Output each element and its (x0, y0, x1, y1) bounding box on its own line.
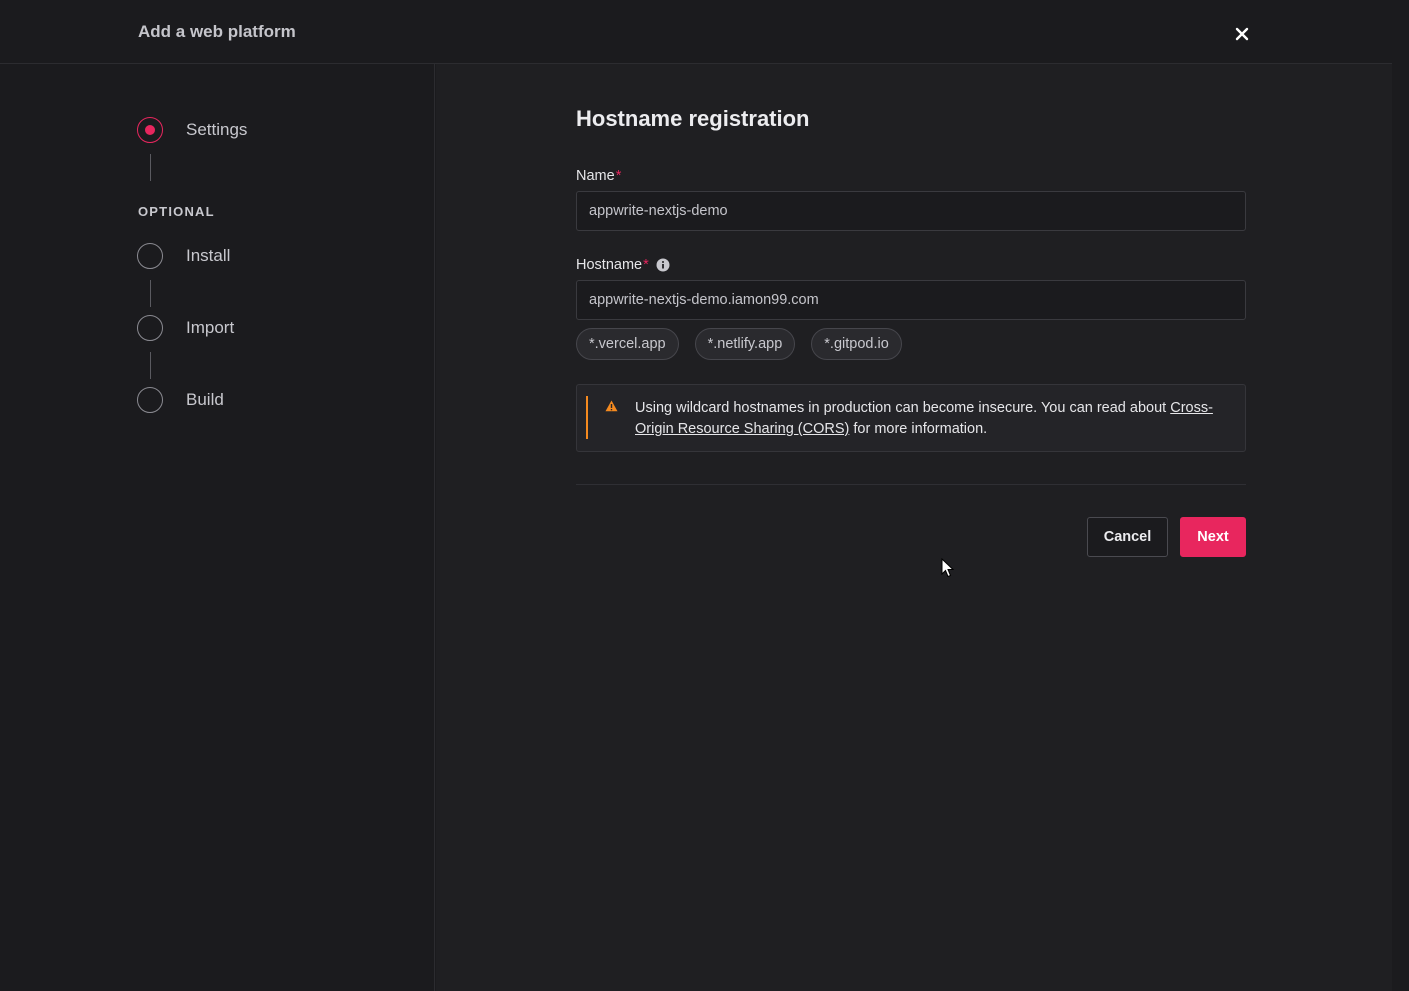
suggestion-chip-vercel[interactable]: *.vercel.app (576, 328, 679, 360)
step-label-install: Install (186, 246, 231, 265)
step-connector (150, 154, 151, 181)
step-install[interactable]: Install (137, 243, 230, 269)
alert-text-before: Using wildcard hostnames in production c… (635, 400, 1171, 416)
alert-text-after: for more information. (849, 421, 988, 437)
section-title: Hostname registration (576, 106, 810, 131)
modal-title: Add a web platform (138, 22, 296, 41)
active-dot-icon (145, 125, 155, 135)
step-label-settings: Settings (186, 120, 248, 139)
step-label-import: Import (186, 318, 235, 337)
step-indicator (137, 243, 163, 269)
hostname-label-text: Hostname (576, 257, 643, 273)
step-import[interactable]: Import (137, 315, 234, 341)
wizard-steps: Settings OPTIONAL Install Import Build (0, 64, 435, 991)
close-icon (1235, 27, 1249, 41)
step-settings[interactable]: Settings (137, 117, 247, 143)
modal-header: Add a web platform (0, 0, 1392, 64)
info-icon[interactable] (656, 258, 670, 272)
suggestion-chip-netlify[interactable]: *.netlify.app (694, 328, 796, 360)
hostname-suggestions: *.vercel.app *.netlify.app *.gitpod.io (576, 328, 918, 360)
optional-section-label: OPTIONAL (138, 204, 215, 219)
suggestion-chip-gitpod[interactable]: *.gitpod.io (811, 328, 902, 360)
step-current-indicator (137, 117, 163, 143)
next-button[interactable]: Next (1180, 517, 1246, 557)
step-connector (150, 280, 151, 307)
hostname-label: Hostname * (576, 257, 670, 273)
step-build[interactable]: Build (137, 387, 224, 413)
warning-icon (605, 399, 618, 417)
close-button[interactable] (1230, 22, 1254, 46)
wildcard-warning-alert: Using wildcard hostnames in production c… (576, 384, 1246, 452)
step-indicator (137, 315, 163, 341)
step-label-build: Build (186, 390, 224, 409)
alert-message: Using wildcard hostnames in production c… (635, 398, 1235, 440)
required-marker: * (615, 168, 622, 184)
step-indicator (137, 387, 163, 413)
scrollbar[interactable] (1392, 0, 1409, 991)
required-marker: * (643, 257, 649, 273)
main-panel: Hostname registration Name* Hostname* *.… (436, 64, 1392, 991)
form-divider (576, 484, 1246, 485)
name-input[interactable] (576, 191, 1246, 231)
alert-accent-bar (586, 396, 588, 439)
name-label-text: Name (576, 168, 615, 184)
name-label: Name * (576, 168, 621, 184)
mouse-cursor-icon (941, 558, 955, 578)
cancel-button[interactable]: Cancel (1087, 517, 1168, 557)
step-connector (150, 352, 151, 379)
hostname-input[interactable] (576, 280, 1246, 320)
